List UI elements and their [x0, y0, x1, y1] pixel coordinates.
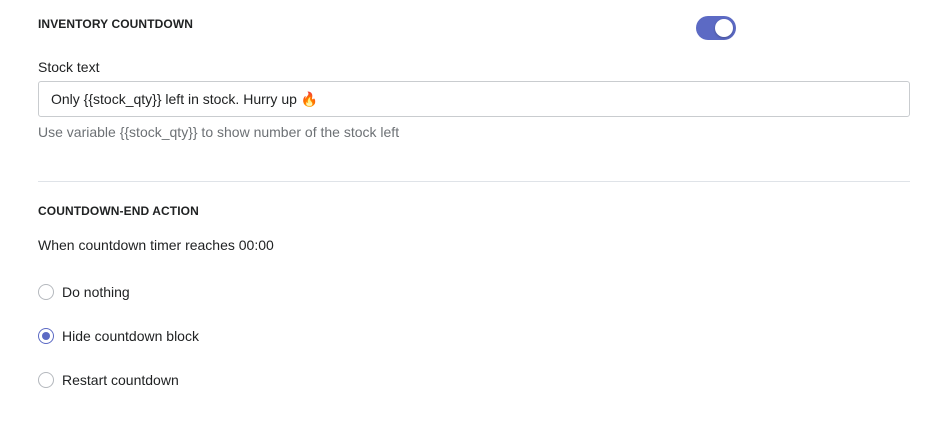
radio-do-nothing[interactable] — [38, 284, 54, 300]
radio-label: Do nothing — [62, 284, 130, 300]
stock-text-input[interactable] — [38, 81, 910, 117]
stock-text-label: Stock text — [38, 59, 100, 75]
inventory-countdown-title: INVENTORY COUNTDOWN — [38, 17, 194, 31]
radio-label: Hide countdown block — [62, 328, 199, 344]
toggle-knob — [715, 19, 733, 37]
countdown-end-action-title: COUNTDOWN-END ACTION — [38, 204, 199, 218]
inventory-countdown-toggle[interactable] — [696, 16, 736, 40]
radio-restart-countdown[interactable] — [38, 372, 54, 388]
radio-option-restart-countdown[interactable]: Restart countdown — [38, 371, 179, 389]
radio-label: Restart countdown — [62, 372, 179, 388]
radio-option-do-nothing[interactable]: Do nothing — [38, 283, 130, 301]
radio-hide-countdown-block[interactable] — [38, 328, 54, 344]
section-divider — [38, 181, 910, 182]
radio-option-hide-countdown-block[interactable]: Hide countdown block — [38, 327, 199, 345]
countdown-end-subtext: When countdown timer reaches 00:00 — [38, 237, 274, 253]
stock-text-help: Use variable {{stock_qty}} to show numbe… — [38, 124, 400, 140]
